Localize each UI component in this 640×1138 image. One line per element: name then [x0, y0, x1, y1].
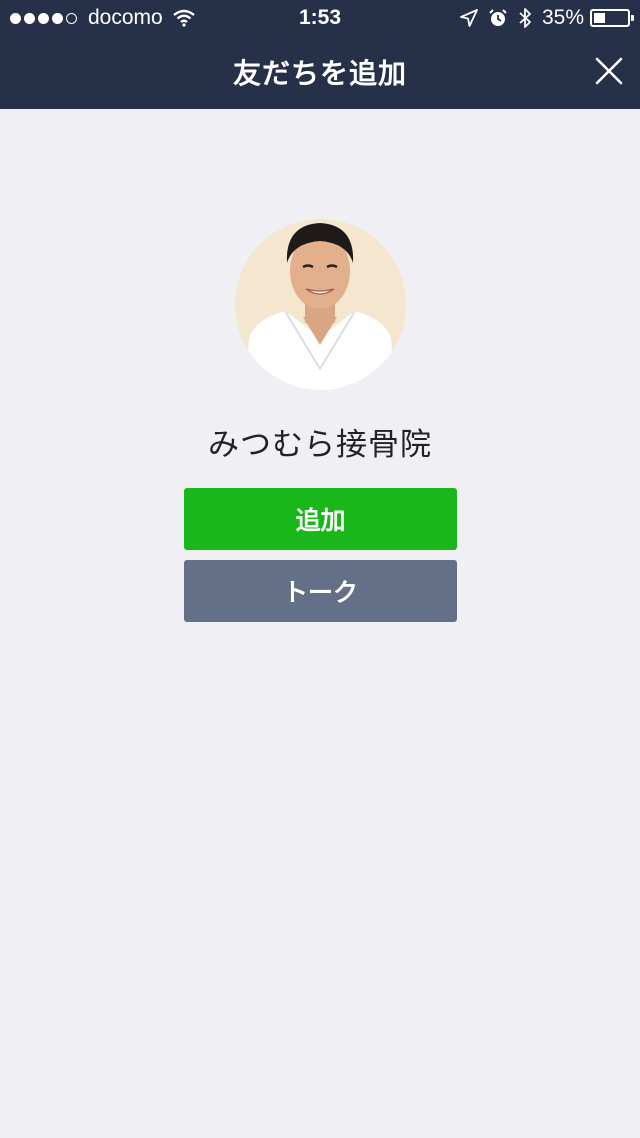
- location-arrow-icon: [460, 9, 478, 27]
- talk-button-label: トーク: [282, 578, 358, 607]
- page-title: 友だちを追加: [232, 57, 407, 90]
- profile-avatar: [235, 219, 406, 390]
- battery-level-fill: [594, 13, 605, 23]
- profile-name: みつむら接骨院: [208, 427, 432, 463]
- status-bar: docomo 1:53 35%: [0, 0, 640, 36]
- status-right: 35%: [450, 6, 634, 30]
- alarm-clock-icon: [489, 9, 507, 26]
- add-friend-button[interactable]: 追加: [184, 488, 457, 550]
- top-bar: docomo 1:53 35% 友だちを追加: [0, 0, 640, 109]
- talk-button[interactable]: トーク: [184, 560, 457, 622]
- add-friend-button-label: 追加: [295, 506, 346, 535]
- close-icon[interactable]: [594, 56, 624, 86]
- battery-percent: 35%: [541, 6, 584, 29]
- bluetooth-icon: [519, 8, 531, 28]
- battery-icon: [590, 9, 634, 27]
